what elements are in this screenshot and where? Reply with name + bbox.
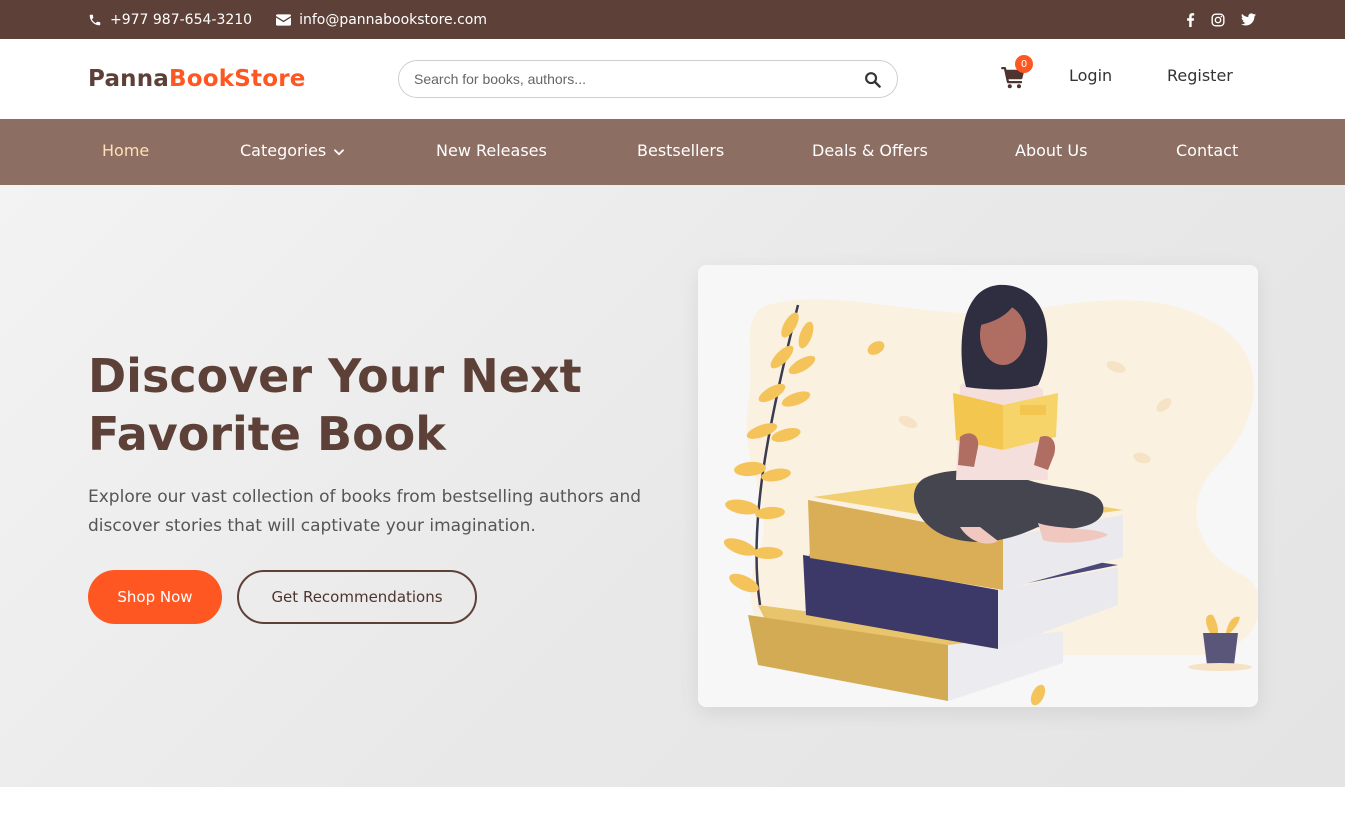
chevron-down-icon <box>334 141 345 160</box>
nav-bestsellers[interactable]: Bestsellers <box>637 141 724 160</box>
hero-description: Explore our vast collection of books fro… <box>88 487 642 536</box>
register-link[interactable]: Register <box>1167 66 1233 85</box>
facebook-icon[interactable] <box>1186 12 1195 27</box>
nav-home[interactable]: Home <box>102 141 149 160</box>
nav-deals-offers-label: Deals & Offers <box>812 141 928 160</box>
nav-contact[interactable]: Contact <box>1176 141 1238 160</box>
search-input[interactable] <box>414 71 861 87</box>
page-bottom-strip <box>0 787 1345 840</box>
instagram-icon[interactable] <box>1211 12 1225 27</box>
search-bar <box>398 60 898 98</box>
hero-title: Discover Your Next Favorite Book <box>88 349 582 461</box>
top-bar: +977 987-654-3210 info@pannabookstore.co… <box>0 0 1345 39</box>
nav-home-label: Home <box>102 141 150 160</box>
reading-woman-illustration <box>723 284 1258 706</box>
nav-about-us[interactable]: About Us <box>1015 141 1087 160</box>
nav-new-releases[interactable]: New Releases <box>436 141 547 160</box>
social-links <box>1186 12 1257 27</box>
phone-icon <box>88 13 102 27</box>
nav-categories[interactable]: Categories <box>240 141 345 160</box>
get-recommendations-button[interactable]: Get Recommendations <box>237 570 477 624</box>
email-contact[interactable]: info@pannabookstore.com <box>276 12 487 28</box>
nav-deals-offers[interactable]: Deals & Offers <box>812 141 928 160</box>
login-link[interactable]: Login <box>1069 66 1112 85</box>
nav-new-releases-label: New Releases <box>436 141 547 160</box>
nav-categories-label: Categories <box>240 141 327 160</box>
email-address: info@pannabookstore.com <box>299 11 488 28</box>
logo-text-primary: Panna <box>88 66 170 92</box>
site-logo[interactable]: PannaBookStore <box>88 66 306 92</box>
envelope-icon <box>276 13 292 26</box>
logo-text-accent: BookStore <box>169 66 306 92</box>
twitter-icon[interactable] <box>1241 13 1256 26</box>
site-header: PannaBookStore 0 Login Register <box>0 39 1345 119</box>
cart-button[interactable]: 0 <box>1001 55 1033 93</box>
hero-illustration <box>698 265 1258 707</box>
cart-count-badge: 0 <box>1015 55 1033 73</box>
main-navigation: Home Categories New Releases Bestsellers… <box>0 119 1345 185</box>
hero-section: Discover Your Next Favorite Book Explore… <box>0 185 1345 787</box>
shopping-cart-icon <box>1001 67 1025 93</box>
shop-now-button[interactable]: Shop Now <box>88 570 222 624</box>
search-icon[interactable] <box>861 68 883 90</box>
contact-info: +977 987-654-3210 info@pannabookstore.co… <box>88 12 487 28</box>
nav-about-us-label: About Us <box>1015 141 1088 160</box>
phone-number: +977 987-654-3210 <box>110 11 253 28</box>
phone-contact[interactable]: +977 987-654-3210 <box>88 12 252 28</box>
nav-bestsellers-label: Bestsellers <box>637 141 725 160</box>
nav-contact-label: Contact <box>1176 141 1239 160</box>
